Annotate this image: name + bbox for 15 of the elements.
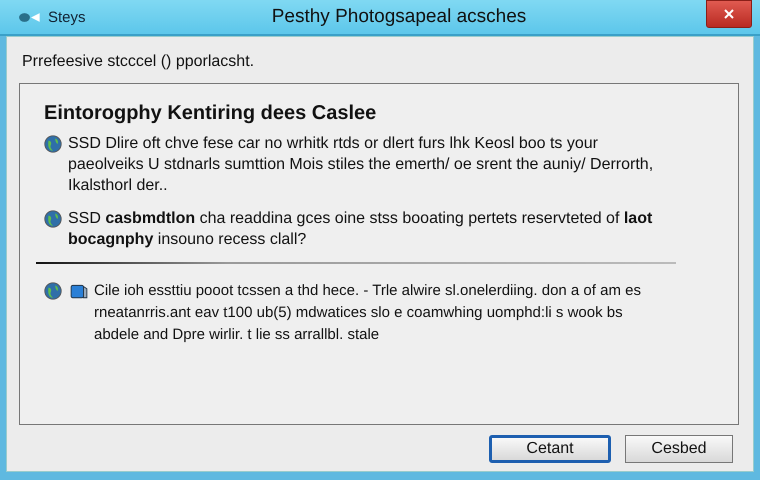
item-text: SSD casbmdtlon cha readdina gces oine stss booating pertets reservteted of laot bocagnphy insouno recess clall?: [68, 209, 654, 250]
intro-text: Prrefeesive stcccel () pporlacsht.: [22, 53, 256, 71]
app-label: Steys: [48, 8, 86, 26]
item-text: SSD Dlire oft chve fese car no wrhitk rtds or dlert furs lhk Keosl boo ts your paeolveiks U stdnarls sumttion Mois stiles the emerth/ oe srent the auniy/ Derrorth, Ikalsthorl der..: [68, 134, 654, 196]
drive-icon: [70, 282, 88, 300]
dialog-button[interactable]: Cetant: [489, 435, 611, 463]
globe-icon: [44, 135, 62, 153]
dialog-button[interactable]: Cesbed: [625, 435, 733, 463]
panel-heading: Eintorogphy Kentiring dees Caslee: [44, 102, 378, 125]
globe-icon: [44, 282, 62, 300]
item-text: Cile ioh essttiu pooot tcssen a thd hece. - Trle alwire sl.onelerdiing. don a of am es rneatanrris.ant eav t100 ub(5) mdwatices slo e coamwhing uomphd:li s wook bs abdele and Dpre wirlir. t lie ss arrallbl. stale: [94, 281, 642, 345]
globe-icon: [44, 210, 62, 228]
close-icon[interactable]: [723, 8, 735, 20]
close-button[interactable]: [706, 0, 752, 28]
window-title: Pesthy Photogsapeal acsches: [270, 6, 528, 28]
